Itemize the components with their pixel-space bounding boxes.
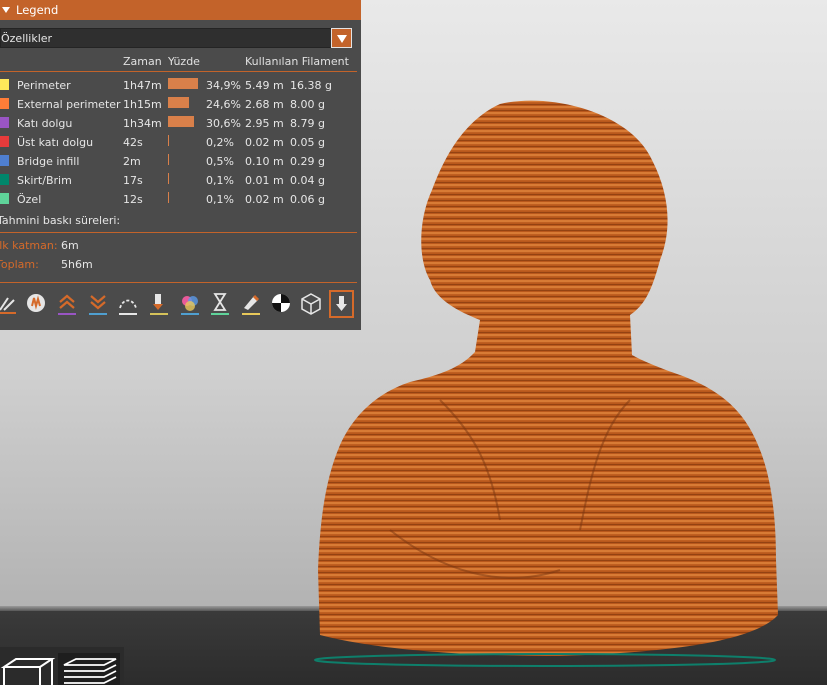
center-of-gravity-icon[interactable] [268,290,294,318]
filament-length: 2.68 m [245,98,284,111]
filament-length: 5.49 m [245,79,284,92]
percent-value: 0,2% [206,136,234,149]
time-value: 1h34m [123,117,162,130]
tool-change-icon[interactable] [146,290,172,318]
time-value: 1h15m [123,98,162,111]
time-value: 42s [123,136,143,149]
filament-weight: 8.00 g [290,98,325,111]
legend-row[interactable]: External perimeter 1h15m 24,6% 2.68 m 8.00 g [0,95,361,114]
percent-value: 30,6% [206,117,241,130]
color-swatch [0,155,9,166]
preview-toolbar [0,290,361,320]
collapse-arrow-icon[interactable] [2,7,10,13]
layers-view-icon[interactable] [58,653,120,685]
first-layer-label: İlk katman: [0,239,58,252]
legend-row[interactable]: Perimeter 1h47m 34,9% 5.49 m 16.38 g [0,76,361,95]
legend-title: Legend [16,3,59,17]
color-swatch [0,174,9,185]
gcode-preview-model[interactable] [300,100,790,675]
filament-weight: 8.79 g [290,117,325,130]
time-value: 2m [123,155,141,168]
column-percent: Yüzde [168,55,200,68]
filament-length: 0.02 m [245,136,284,149]
view-type-select[interactable]: Özellikler [0,28,352,48]
dropdown-arrow-icon[interactable] [331,28,352,48]
legend-header[interactable]: Legend [0,0,361,20]
percent-bar [168,173,169,184]
divider [0,71,357,72]
total-value: 5h6m [61,258,93,271]
percent-value: 0,5% [206,155,234,168]
shells-icon[interactable] [298,290,324,318]
percent-bar [168,97,189,108]
percent-bar [168,78,198,89]
legend-row[interactable]: Skirt/Brim 17s 0,1% 0.01 m 0.04 g [0,171,361,190]
first-layer-value: 6m [61,239,79,252]
total-label: Toplam: [0,258,39,271]
time-value: 17s [123,174,143,187]
filament-weight: 0.04 g [290,174,325,187]
feature-name: Üst katı dolgu [17,136,94,149]
filament-weight: 16.38 g [290,79,332,92]
color-swatch [0,98,9,109]
feature-name: Bridge infill [17,155,80,168]
feature-name: Katı dolgu [17,117,73,130]
filament-weight: 0.05 g [290,136,325,149]
filament-length: 0.01 m [245,174,284,187]
view-toolbar [0,647,124,685]
column-time: Zaman [123,55,162,68]
cube-view-icon[interactable] [0,655,56,685]
color-swatch [0,117,9,128]
legend-row[interactable]: Üst katı dolgu 42s 0,2% 0.02 m 0.05 g [0,133,361,152]
filament-length: 2.95 m [245,117,284,130]
time-value: 12s [123,193,143,206]
percent-value: 34,9% [206,79,241,92]
view-type-value: Özellikler [1,32,53,45]
filament-weight: 0.06 g [290,193,325,206]
custom-gcode-icon[interactable] [238,290,264,318]
column-filament: Kullanılan Filament [245,55,349,68]
estimate-label: Tahmini baskı süreleri: [0,214,121,227]
percent-bar [168,192,169,203]
filament-weight: 0.29 g [290,155,325,168]
percent-bar [168,116,194,127]
percent-bar [168,135,169,146]
percent-bar [168,154,169,165]
filament-length: 0.10 m [245,155,284,168]
retractions-icon[interactable] [54,290,80,318]
color-swatch [0,136,9,147]
pause-icon[interactable] [207,290,233,318]
filament-length: 0.02 m [245,193,284,206]
color-swatch [0,79,9,90]
legend-row[interactable]: Bridge infill 2m 0,5% 0.10 m 0.29 g [0,152,361,171]
divider [0,232,357,233]
legend-row[interactable]: Katı dolgu 1h34m 30,6% 2.95 m 8.79 g [0,114,361,133]
feature-name: Skirt/Brim [17,174,72,187]
divider [0,282,357,283]
color-change-icon[interactable] [177,290,203,318]
legend-row[interactable]: Özel 12s 0,1% 0.02 m 0.06 g [0,190,361,209]
deretractions-icon[interactable] [85,290,111,318]
tool-marker-icon[interactable] [329,290,355,318]
seams-icon[interactable] [115,290,141,318]
feature-name: Özel [17,193,42,206]
travel-icon[interactable] [0,290,20,318]
legend-panel: Legend Özellikler Zaman Yüzde Kullanılan… [0,0,361,330]
percent-value: 0,1% [206,174,234,187]
feature-name: External perimeter [17,98,121,111]
color-swatch [0,193,9,204]
wipe-icon[interactable] [23,290,49,318]
time-value: 1h47m [123,79,162,92]
percent-value: 0,1% [206,193,234,206]
feature-name: Perimeter [17,79,71,92]
percent-value: 24,6% [206,98,241,111]
